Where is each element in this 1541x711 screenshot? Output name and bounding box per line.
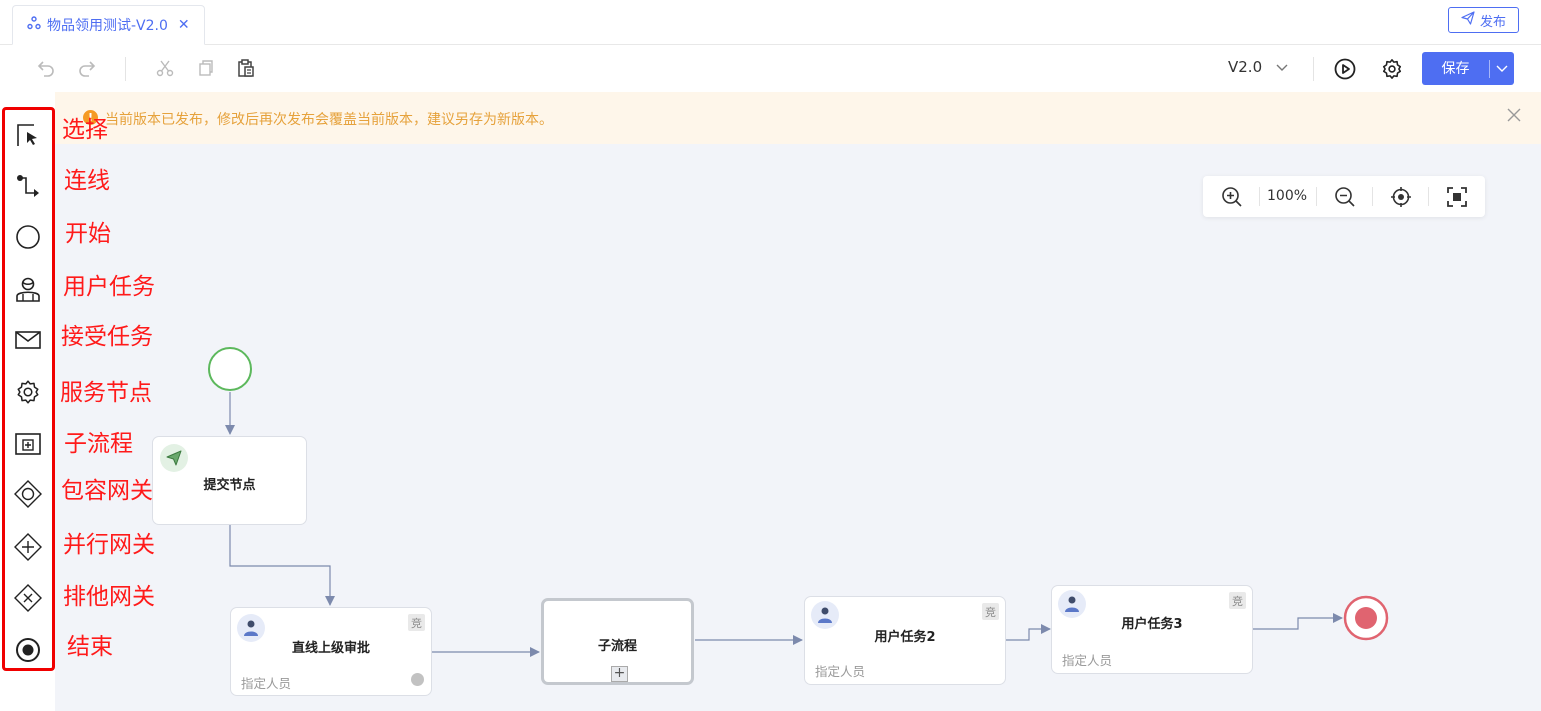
annotation-parallel-gateway: 并行网关 — [63, 532, 155, 558]
expand-icon[interactable]: + — [611, 666, 628, 682]
subprocess-icon[interactable] — [14, 430, 42, 458]
node-title: 直线上级审批 — [291, 641, 370, 656]
annotation-receive-task: 接受任务 — [61, 324, 153, 350]
node-title: 提交节点 — [203, 478, 256, 493]
competition-badge: 竞 — [1229, 592, 1246, 609]
user-task-2-node[interactable]: 竞 用户任务2 指定人员 — [804, 596, 1006, 685]
send-icon — [160, 444, 188, 472]
node-assignee: 指定人员 — [241, 676, 292, 691]
inclusive-gateway-icon[interactable] — [14, 480, 42, 508]
annotation-inclusive-gateway: 包容网关 — [61, 478, 153, 504]
user-icon — [811, 601, 839, 629]
annotation-select: 选择 — [62, 117, 108, 143]
tool-palette — [2, 107, 55, 671]
end-event-icon[interactable] — [14, 636, 42, 664]
select-cursor-icon[interactable] — [14, 121, 42, 149]
sequence-flows — [208, 347, 1389, 657]
annotation-subprocess: 子流程 — [64, 431, 133, 457]
add-icon[interactable] — [411, 673, 424, 686]
competition-badge: 竞 — [408, 614, 425, 631]
approval-node[interactable]: 竞 直线上级审批 指定人员 — [230, 607, 432, 696]
service-task-icon[interactable] — [14, 378, 42, 406]
connect-line-icon[interactable] — [14, 172, 42, 200]
annotation-service-task: 服务节点 — [60, 380, 152, 406]
parallel-gateway-icon[interactable] — [14, 533, 42, 561]
user-task-icon[interactable] — [14, 275, 42, 303]
start-event-icon[interactable] — [14, 223, 42, 251]
submit-node[interactable]: 提交节点 — [152, 436, 307, 525]
exclusive-gateway-icon[interactable] — [14, 584, 42, 612]
node-title: 子流程 — [597, 639, 637, 654]
node-title: 用户任务3 — [1121, 617, 1183, 632]
subprocess-node[interactable]: 子流程 + — [541, 598, 694, 685]
annotation-start: 开始 — [65, 221, 111, 247]
annotation-user-task: 用户任务 — [63, 274, 155, 300]
node-title: 用户任务2 — [874, 630, 936, 645]
user-task-3-node[interactable]: 竞 用户任务3 指定人员 — [1051, 585, 1253, 674]
node-assignee: 指定人员 — [815, 664, 866, 679]
start-event[interactable] — [208, 347, 252, 391]
annotation-exclusive-gateway: 排他网关 — [63, 584, 155, 610]
node-assignee: 指定人员 — [1062, 653, 1113, 668]
receive-task-icon[interactable] — [14, 326, 42, 354]
annotation-connect: 连线 — [64, 168, 110, 194]
competition-badge: 竞 — [982, 603, 999, 620]
annotation-end: 结束 — [67, 634, 113, 660]
